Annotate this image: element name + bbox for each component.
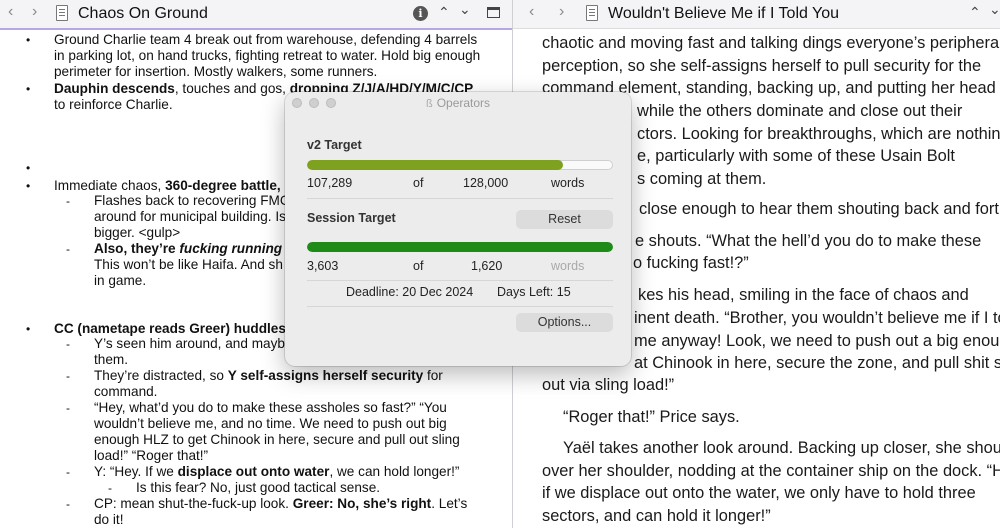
list-item: CP: mean shut-the-fuck-up look. Greer: N… xyxy=(94,496,468,511)
v2-target-label: v2 Target xyxy=(307,138,362,152)
bullet: • xyxy=(26,179,31,193)
text-line: over her shoulder, nodding at the contai… xyxy=(542,462,1000,480)
right-editor-header: ‹ › Wouldn't Believe Me if I Told You ⌃ … xyxy=(513,0,1000,29)
document-icon xyxy=(56,5,68,21)
list-item: bigger. <gulp> xyxy=(94,225,181,240)
reset-button[interactable]: Reset xyxy=(516,210,613,229)
list-item: wouldn’t believe me, and no time. We nee… xyxy=(94,416,447,431)
text-line: if we displace out onto the water, we on… xyxy=(542,484,976,502)
back-arrow-icon[interactable]: ‹ xyxy=(8,3,13,21)
dash: - xyxy=(66,369,70,383)
text-line: kes his head, smiling in the face of cha… xyxy=(638,286,969,304)
v2-unit-label: words xyxy=(551,176,585,190)
session-current-count: 3,603 xyxy=(307,259,339,273)
list-item: do it! xyxy=(94,512,124,527)
info-icon[interactable]: i xyxy=(413,6,428,21)
dash: - xyxy=(108,481,112,495)
chevron-down-icon[interactable]: ⌄ xyxy=(459,1,471,18)
text-line: sectors, and can hold it longer!” xyxy=(542,507,771,525)
session-goal-count: 1,620 xyxy=(471,259,503,273)
document-title[interactable]: Chaos On Ground xyxy=(78,5,208,23)
list-item: Y: “Hey. If we displace out onto water, … xyxy=(94,464,460,479)
operators-panel: ß Operators v2 Target 107,289 of 128,000 … xyxy=(285,92,631,366)
text-line: chaotic and moving fast and talking ding… xyxy=(542,34,1000,52)
text-line: ctors. Looking for breakthroughs, which … xyxy=(637,125,1000,143)
left-editor-header: ‹ › Chaos On Ground i ⌃ ⌄ xyxy=(0,0,512,30)
list-item: They’re distracted, so Y self-assigns he… xyxy=(94,368,443,383)
chevron-down-icon[interactable]: ⌄ xyxy=(989,1,1000,18)
session-target-progress-bar xyxy=(307,242,613,252)
session-target-label: Session Target xyxy=(307,211,396,225)
session-of-label: of xyxy=(413,259,424,273)
text-line: o fucking fast!?” xyxy=(633,254,749,272)
panel-titlebar[interactable]: ß Operators xyxy=(285,92,631,114)
text-line: at Chinook in here, secure the zone, and… xyxy=(634,354,1000,372)
list-item: Y’s seen him around, and mayb xyxy=(94,336,285,351)
list-item: perimeter for insertion. Mostly walkers,… xyxy=(54,64,378,79)
text-line: perception, so she self-assigns herself … xyxy=(542,57,982,75)
v2-goal-count: 128,000 xyxy=(463,176,509,190)
panel-body: v2 Target 107,289 of 128,000 words Sessi… xyxy=(285,114,631,366)
list-item: This won’t be like Haifa. And sh xyxy=(94,257,283,272)
dash: - xyxy=(66,242,70,256)
list-item: to reinforce Charlie. xyxy=(54,97,173,112)
layout-toggle-icon[interactable] xyxy=(487,7,500,18)
text-line: out via sling load!” xyxy=(542,376,675,394)
list-item: in parking lot, on hand trucks, fighting… xyxy=(54,48,481,63)
chevron-up-icon[interactable]: ⌃ xyxy=(969,4,981,21)
v2-target-progress-fill xyxy=(307,160,564,170)
text-line: s coming at them. xyxy=(637,170,767,188)
forward-arrow-icon[interactable]: › xyxy=(559,3,564,21)
divider xyxy=(307,198,613,199)
text-line: while the others dominate and close out … xyxy=(637,102,963,120)
list-item: around for municipal building. Is xyxy=(94,209,286,224)
bullet: • xyxy=(26,322,31,336)
text-line: inent death. “Brother, you wouldn’t beli… xyxy=(634,309,1000,327)
list-item: Ground Charlie team 4 break out from war… xyxy=(54,32,478,47)
back-arrow-icon[interactable]: ‹ xyxy=(529,3,534,21)
bullet: • xyxy=(26,33,31,47)
list-item: Flashes back to recovering FMC xyxy=(94,193,290,208)
v2-target-progress-bar xyxy=(307,160,613,170)
text-line: close enough to hear them shouting back … xyxy=(639,200,1000,218)
deadline-text: Deadline: 20 Dec 2024 xyxy=(346,285,474,299)
bullet: • xyxy=(26,161,31,175)
bullet: • xyxy=(26,82,31,96)
text-line: me anyway! Look, we need to push out a b… xyxy=(634,332,1000,350)
document-icon xyxy=(586,5,598,21)
document-title[interactable]: Wouldn't Believe Me if I Told You xyxy=(608,5,839,23)
list-item: them. xyxy=(94,352,128,367)
list-item: Also, they’re fucking running xyxy=(94,241,283,256)
session-unit-label: words xyxy=(551,259,585,273)
panel-title: ß Operators xyxy=(425,96,491,110)
v2-of-label: of xyxy=(413,176,424,190)
text-line: e shouts. “What the hell’d you do to mak… xyxy=(635,232,982,250)
dash: - xyxy=(66,337,70,351)
dash: - xyxy=(66,401,70,415)
divider xyxy=(307,280,613,281)
text-line: “Roger that!” Price says. xyxy=(563,408,740,426)
chevron-up-icon[interactable]: ⌃ xyxy=(438,4,450,21)
list-item: “Hey, what’d you do to make these asshol… xyxy=(94,400,447,415)
list-item: load!” “Roger that!” xyxy=(94,448,209,463)
list-item: in game. xyxy=(94,273,147,288)
days-left-text: Days Left: 15 xyxy=(497,285,571,299)
forward-arrow-icon[interactable]: › xyxy=(32,3,37,21)
list-item: command. xyxy=(94,384,158,399)
dash: - xyxy=(66,194,70,208)
session-target-progress-fill xyxy=(307,242,613,252)
dash: - xyxy=(66,465,70,479)
text-line: Yaël takes another look around. Backing … xyxy=(563,439,1000,457)
divider xyxy=(307,306,613,307)
v2-current-count: 107,289 xyxy=(307,176,353,190)
list-item: enough HLZ to get Chinook in here, secur… xyxy=(94,432,460,447)
options-button[interactable]: Options... xyxy=(516,313,613,332)
app-glyph-icon: ß xyxy=(425,98,433,110)
dash: - xyxy=(66,497,70,511)
text-line: e, particularly with some of these Usain… xyxy=(637,147,955,165)
list-item: Is this fear? No, just good tactical sen… xyxy=(136,480,381,495)
